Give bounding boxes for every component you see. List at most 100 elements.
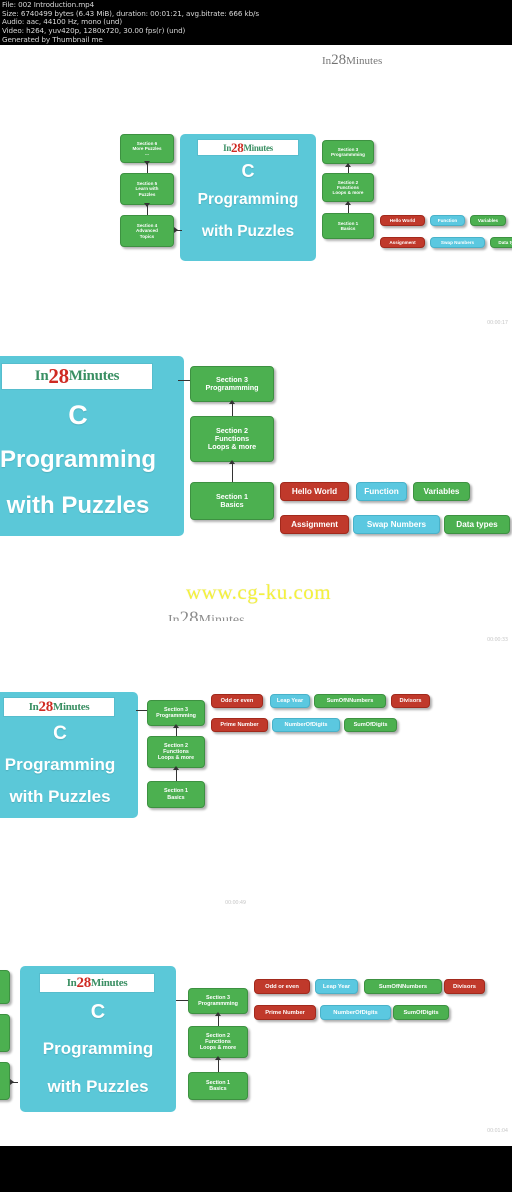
video-frame-3: In 28 Minutes C Programming with Puzzles S… bbox=[0, 688, 512, 828]
frame1-box-section5: Section 5 Learn with Puzzles bbox=[120, 173, 174, 205]
timestamp-frame-1: 00:00:17 bbox=[487, 320, 508, 326]
frame1-title-line3: with Puzzles bbox=[201, 223, 295, 240]
frame1-title-pane: In 28 Minutes C Programming with Puzzles bbox=[180, 134, 316, 261]
frame3-title-line3: with Puzzles bbox=[9, 787, 111, 806]
frame3-tag-odd-or-even: Odd or even bbox=[211, 694, 263, 708]
frame3-arrowhead-21 bbox=[173, 766, 179, 770]
frame1-tag-assignment: Assignment bbox=[380, 237, 425, 248]
logo-part-minutes: Minutes bbox=[346, 55, 383, 67]
video-frame-4: In 28 Minutes C Programming with Puzzles S… bbox=[0, 962, 512, 1122]
frame3-tag-number-of-digits: NumberOfDigits bbox=[272, 718, 340, 732]
info-line-generated: Generated by Thumbnail me bbox=[2, 34, 103, 44]
frame3-box-section3: Section 3 Programmming bbox=[147, 700, 205, 726]
frame4-box-clipped-3 bbox=[0, 1062, 10, 1100]
frame2-arrow-32 bbox=[232, 402, 233, 416]
frame4-arrowhead-pane-in bbox=[10, 1079, 14, 1085]
frame4-logo: In 28 Minutes bbox=[40, 974, 154, 992]
frame2-title-line1: C bbox=[68, 400, 88, 430]
timestamp-frame-3: 00:00:49 bbox=[225, 900, 246, 906]
frame3-tag-divisors: Divisors bbox=[391, 694, 430, 708]
frame3-title-pane: In 28 Minutes C Programming with Puzzles bbox=[0, 692, 138, 818]
frame2-tag-variables: Variables bbox=[413, 482, 470, 501]
frame1-tag-variables: Variables bbox=[470, 215, 506, 226]
frame3-tag-leap-year: Leap Year bbox=[270, 694, 310, 708]
frame4-box-clipped-2 bbox=[0, 1014, 10, 1052]
media-info-header: File: 002 Introduction.mp4 Size: 6740499… bbox=[0, 0, 512, 45]
frame2-title-line2: Programming bbox=[0, 446, 157, 473]
frame4-title-pane: In 28 Minutes C Programming with Puzzles bbox=[20, 966, 176, 1112]
frame4-title-line2: Programming bbox=[42, 1039, 154, 1058]
timestamp-frame-2: 00:00:33 bbox=[487, 637, 508, 643]
frame2-title-pane: In 28 Minutes C Programming with Puzzles bbox=[0, 356, 184, 536]
frame4-tag-leap-year: Leap Year bbox=[315, 979, 358, 994]
site-watermark: www.cg-ku.com bbox=[186, 580, 332, 604]
frame4-box-section3: Section 3 Programmming bbox=[188, 988, 248, 1014]
video-frame-1: In 28 Minutes C Programming with Puzzles S… bbox=[0, 120, 512, 270]
frame3-arrow-pane bbox=[136, 710, 147, 711]
frame4-arrowhead-21 bbox=[215, 1056, 221, 1060]
frame4-tag-odd-or-even: Odd or even bbox=[254, 979, 310, 994]
frame1-arrowhead-32 bbox=[345, 163, 351, 167]
frame1-box-section6: Section 6 More Puzzles ... bbox=[120, 134, 174, 163]
frame4-tag-number-of-digits: NumberOfDigits bbox=[320, 1005, 391, 1020]
logo-part-in: In bbox=[322, 55, 332, 67]
frame3-title-line1: C bbox=[53, 723, 67, 744]
frame2-tag-swap-numbers: Swap Numbers bbox=[353, 515, 440, 534]
frame2-title-line3: with Puzzles bbox=[6, 492, 150, 519]
frame4-box-clipped-1 bbox=[0, 970, 10, 1004]
frame4-title-line3: with Puzzles bbox=[47, 1077, 149, 1096]
frame2-arrowhead-21 bbox=[229, 460, 235, 464]
logo-part-28: 28 bbox=[331, 52, 347, 68]
frame4-tag-prime-number: Prime Number bbox=[254, 1005, 316, 1020]
video-frame-2: In 28 Minutes C Programming with Puzzles S… bbox=[0, 350, 512, 550]
frame4-arrowhead-32 bbox=[215, 1012, 221, 1016]
frame2-tag-function: Function bbox=[356, 482, 407, 501]
frame2-tag-assignment: Assignment bbox=[280, 515, 349, 534]
frame2-arrow-21 bbox=[232, 462, 233, 482]
frame3-logo: In 28 Minutes bbox=[4, 698, 114, 716]
frame2-logo: In 28 Minutes bbox=[2, 364, 152, 389]
frame1-title-line2: Programming bbox=[197, 191, 299, 208]
frame1-box-section4: Section 4 Advanced Topics bbox=[120, 215, 174, 247]
frame1-title-line1: C bbox=[241, 161, 255, 181]
ghost-logo-top: In28Minutes bbox=[322, 52, 382, 69]
frame4-box-section2: Section 2 Functions Loops & more bbox=[188, 1026, 248, 1058]
frame2-arrowhead-32 bbox=[229, 400, 235, 404]
frame2-box-section3: Section 3 Programmming bbox=[190, 366, 274, 402]
frame2-tag-data-types: Data types bbox=[444, 515, 510, 534]
frame4-arrow-pane bbox=[176, 1000, 188, 1001]
frame1-arrowhead-65 bbox=[144, 161, 150, 165]
frame1-arrowhead-pane bbox=[174, 227, 178, 233]
frame2-arrow-pane bbox=[178, 380, 190, 381]
frame1-arrowhead-21 bbox=[345, 201, 351, 205]
frame3-tag-prime-number: Prime Number bbox=[211, 718, 268, 732]
frame2-box-section2: Section 2 Functions Loops & more bbox=[190, 416, 274, 462]
frame3-box-section2: Section 2 Functions Loops & more bbox=[147, 736, 205, 768]
frame1-tag-hello-world: Hello World bbox=[380, 215, 425, 226]
frame3-arrowhead-32 bbox=[173, 724, 179, 728]
frame1-tag-data-types: Data types bbox=[490, 237, 512, 248]
frame4-box-section1: Section 1 Basics bbox=[188, 1072, 248, 1100]
frame1-arrowhead-54 bbox=[144, 203, 150, 207]
frame4-title-line1: C bbox=[90, 1001, 106, 1023]
frame4-tag-sum-of-digits: SumOfDigits bbox=[393, 1005, 449, 1020]
frame1-logo: In 28 Minutes bbox=[198, 140, 298, 155]
frame2-tag-hello-world: Hello World bbox=[280, 482, 349, 501]
frame3-tag-sum-of-n: SumOfNNumbers bbox=[314, 694, 386, 708]
frame1-box-section1: Section 1 Basics bbox=[322, 213, 374, 239]
ghost-logo-middle: In28Minutes bbox=[168, 608, 245, 621]
frame1-tag-swap-numbers: Swap Numbers bbox=[430, 237, 485, 248]
frame3-tag-sum-of-digits: SumOfDigits bbox=[344, 718, 397, 732]
frame4-tag-divisors: Divisors bbox=[444, 979, 485, 994]
frame2-box-section1: Section 1 Basics bbox=[190, 482, 274, 520]
footer-bar bbox=[0, 1146, 512, 1192]
frame1-tag-function: Function bbox=[430, 215, 465, 226]
frame1-box-section3: Section 3 Programmming bbox=[322, 140, 374, 164]
frame4-tag-sum-of-n: SumOfNNumbers bbox=[364, 979, 442, 994]
frame3-title-line2: Programming bbox=[4, 755, 116, 774]
thumbnail-contact-sheet: File: 002 Introduction.mp4 Size: 6740499… bbox=[0, 0, 512, 1192]
frame1-box-section2: Section 2 Functions Loops & more bbox=[322, 173, 374, 202]
frame3-box-section1: Section 1 Basics bbox=[147, 781, 205, 808]
frame4-arrow-21 bbox=[218, 1058, 219, 1072]
timestamp-frame-4: 00:01:04 bbox=[487, 1128, 508, 1134]
